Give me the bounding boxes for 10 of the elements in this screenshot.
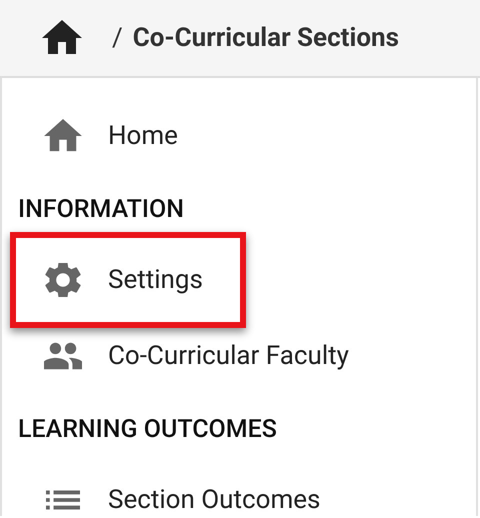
section-heading: LEARNING OUTCOMES [18, 414, 278, 446]
home-icon [44, 119, 82, 153]
nav-link[interactable]: Section Outcomes [2, 462, 476, 516]
section-heading: INFORMATION [18, 194, 185, 226]
breadcrumb-separator: / [112, 22, 123, 54]
home-icon[interactable] [42, 20, 82, 56]
nav-link[interactable]: Settings [10, 232, 246, 328]
settings-icon [44, 263, 82, 297]
page-title: Co-Curricular Sections [132, 22, 399, 54]
nav-link[interactable]: Home [2, 98, 476, 174]
